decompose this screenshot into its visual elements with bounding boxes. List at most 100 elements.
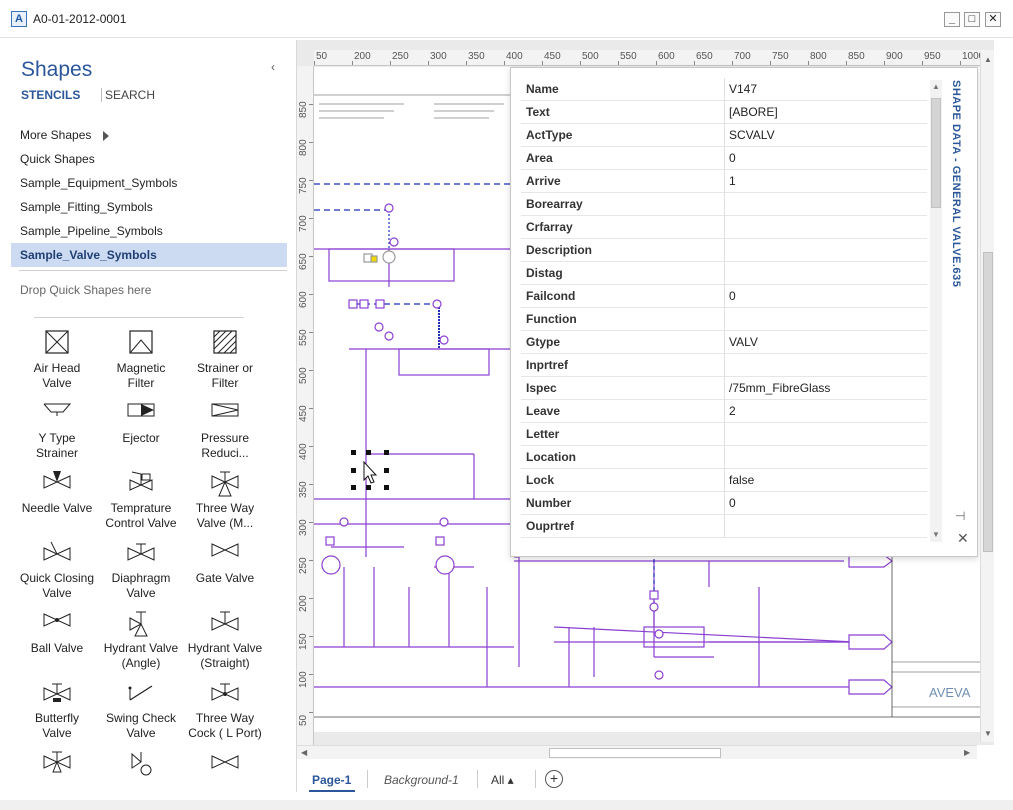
shape-data-row[interactable]: ActType SCVALV [521,124,927,147]
app-icon[interactable]: A [11,11,27,27]
scroll-down-icon[interactable]: ▼ [984,729,992,738]
shape-quick-closing-valve[interactable]: Quick Closing Valve [15,538,99,608]
chevron-right-icon [103,130,110,141]
panel-divider [34,317,244,318]
ruler-label: 800 [810,51,827,62]
shape-data-row[interactable]: Crfarray [521,216,927,239]
butterfly-valve-icon [43,683,71,702]
shape-needle-valve[interactable]: Needle Valve [15,468,99,538]
shape-three-way-cock[interactable]: Three Way Cock ( L Port) [183,678,267,748]
scroll-up-icon[interactable]: ▲ [984,55,992,64]
three-way-valve-icon [211,471,239,497]
scroll-down-icon[interactable]: ▼ [932,530,940,539]
title-bar: A A0-01-2012-0001 _ □ ✕ [0,0,1013,38]
add-page-button[interactable]: + [545,770,563,788]
shape-three-way-valve[interactable]: Three Way Valve (M... [183,468,267,538]
shape-data-value[interactable]: 0 [729,289,736,303]
shape-data-value[interactable]: 0 [729,151,736,165]
shape-data-row[interactable]: Function [521,308,927,331]
shape-data-row[interactable]: Name V147 [521,78,927,101]
shape-diaphragm-valve[interactable]: Diaphragm Valve [99,538,183,608]
column-divider [724,193,725,216]
shape-gate-valve[interactable]: Gate Valve [183,538,267,608]
shape-data-row[interactable]: Text [ABORE] [521,101,927,124]
shape-hydrant-valve-straight[interactable]: Hydrant Valve (Straight) [183,608,267,678]
quick-closing-valve-icon [43,541,71,561]
tab-background-1[interactable]: Background-1 [384,773,459,787]
shape-ball-valve[interactable]: Ball Valve [15,608,99,678]
stencil-pipeline-symbols[interactable]: Sample_Pipeline_Symbols [11,219,287,243]
maximize-button[interactable]: □ [964,12,980,27]
stencil-fitting-symbols[interactable]: Sample_Fitting_Symbols [11,195,287,219]
shape-pressure-reducing[interactable]: Pressure Reduci... [183,398,267,468]
shape-swing-check-valve[interactable]: Swing Check Valve [99,678,183,748]
shape-three-way-cock-t[interactable] [15,748,99,792]
minimize-button[interactable]: _ [944,12,960,27]
shape-cock[interactable] [183,748,267,792]
shape-data-value[interactable]: false [729,473,754,487]
shape-data-row[interactable]: Number 0 [521,492,927,515]
shape-data-row[interactable]: Inprtref [521,354,927,377]
close-button[interactable]: ✕ [985,12,1001,27]
shape-hydrant-valve-angle[interactable]: Hydrant Valve (Angle) [99,608,183,678]
shape-data-row[interactable]: Distag [521,262,927,285]
scroll-up-icon[interactable]: ▲ [932,82,940,91]
stencil-label: Sample_Pipeline_Symbols [20,224,163,238]
all-pages-menu[interactable]: All ▴ [491,773,514,787]
column-divider [724,492,725,515]
shape-air-head-valve[interactable]: Air Head Valve [15,328,99,398]
shape-data-row[interactable]: Letter [521,423,927,446]
shape-data-row[interactable]: Borearray [521,193,927,216]
ruler-label: 900 [886,51,903,62]
scroll-left-icon[interactable]: ◀ [301,748,307,757]
shape-data-value[interactable]: 1 [729,174,736,188]
shape-data-value[interactable]: /75mm_FibreGlass [729,381,830,395]
tab-page-1[interactable]: Page-1 [312,773,351,787]
shape-data-value[interactable]: [ABORE] [729,105,778,119]
shape-data-row[interactable]: Area 0 [521,147,927,170]
shape-data-row[interactable]: Arrive 1 [521,170,927,193]
close-icon[interactable]: ✕ [957,530,969,547]
shape-data-value[interactable]: 2 [729,404,736,418]
shape-data-row[interactable]: Lock false [521,469,927,492]
collapse-panel-button[interactable]: ‹ [271,60,275,74]
stencil-list: More Shapes Quick Shapes Sample_Equipmen… [11,123,287,267]
ruler-tick [694,61,695,65]
stencil-valve-symbols[interactable]: Sample_Valve_Symbols [11,243,287,267]
scroll-thumb[interactable] [549,748,721,758]
shape-strainer-filter[interactable]: Strainer or Filter [183,328,267,398]
shape-data-row[interactable]: Ouprtref [521,515,927,538]
shape-ejector[interactable]: Ejector [99,398,183,468]
shape-magnetic-filter[interactable]: Magnetic Filter [99,328,183,398]
shape-data-value[interactable]: SCVALV [729,128,775,142]
shape-data-row[interactable]: Description [521,239,927,262]
shape-data-row[interactable]: Location [521,446,927,469]
pin-icon[interactable]: ⊣ [955,509,965,523]
shape-butterfly-valve[interactable]: Butterfly Valve [15,678,99,748]
ruler-tick [656,61,657,65]
vertical-scrollbar[interactable]: ▲ ▼ [980,52,994,742]
shape-data-value[interactable]: V147 [729,82,757,96]
shape-data-key: Arrive [526,174,561,188]
shape-temperature-control-valve[interactable]: Temprature Control Valve [99,468,183,538]
shape-data-value[interactable]: 0 [729,496,736,510]
stencil-more-shapes[interactable]: More Shapes [11,123,287,147]
shape-data-row[interactable]: Leave 2 [521,400,927,423]
tab-stencils[interactable]: STENCILS [21,88,80,102]
shape-data-value[interactable]: VALV [729,335,758,349]
scroll-thumb[interactable] [983,252,993,552]
stencil-quick-shapes[interactable]: Quick Shapes [11,147,287,171]
scroll-right-icon[interactable]: ▶ [964,748,970,757]
shape-data-row[interactable]: Ispec/75mm_FibreGlass [521,377,927,400]
pressure-reducing-icon [211,403,239,417]
tab-divider [101,88,102,102]
shape-y-type-strainer[interactable]: Y Type Strainer [15,398,99,468]
stencil-equipment-symbols[interactable]: Sample_Equipment_Symbols [11,171,287,195]
horizontal-scrollbar[interactable]: ◀ ▶ [297,745,977,759]
tab-search[interactable]: SEARCH [105,88,155,102]
shape-data-row[interactable]: Gtype VALV [521,331,927,354]
scroll-thumb[interactable] [931,98,941,208]
shape-data-row[interactable]: Failcond 0 [521,285,927,308]
shape-data-scrollbar[interactable]: ▲ ▼ [930,80,942,542]
shape-cock-angle[interactable] [99,748,183,792]
